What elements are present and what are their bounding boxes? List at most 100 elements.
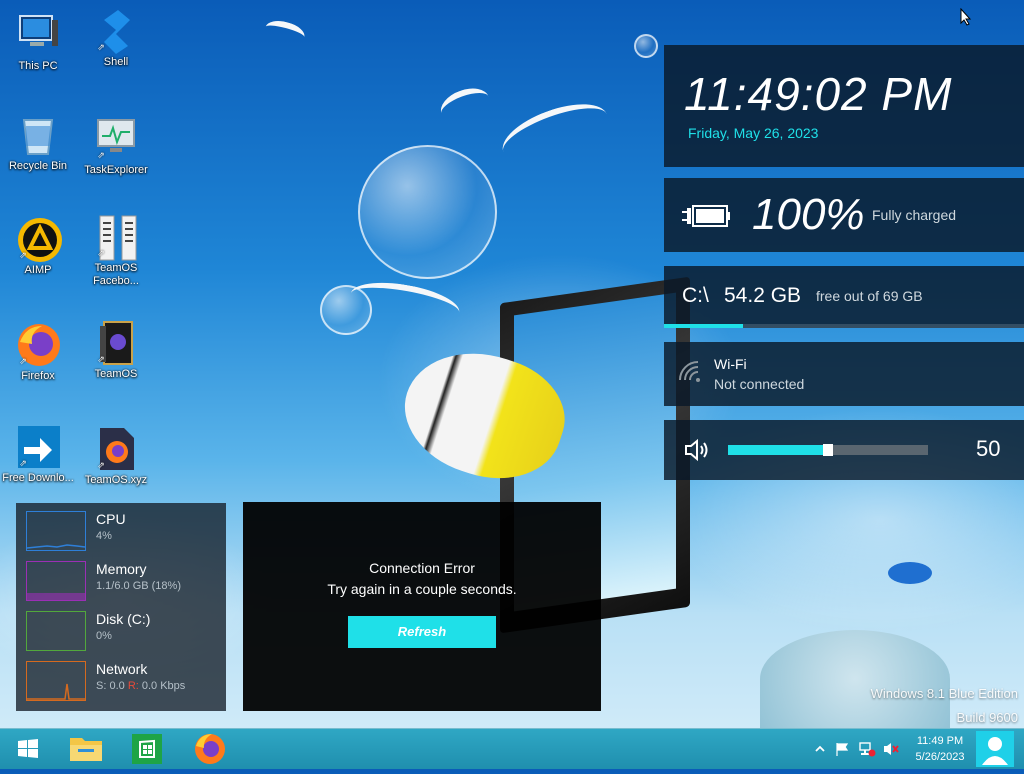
volume-muted-tray-icon[interactable]: [882, 741, 899, 757]
resource-row-disk[interactable]: Disk (C:) 0%: [16, 603, 226, 653]
battery-status: Fully charged: [872, 207, 957, 223]
resource-name: CPU: [96, 511, 126, 527]
resource-value: S: 0.0 R: 0.0 Kbps: [96, 680, 185, 692]
action-center-flag-icon[interactable]: [834, 741, 850, 757]
desktop-icon-taskexplorer[interactable]: ⇗ TaskExplorer: [80, 116, 152, 177]
download-icon: ⇗: [16, 424, 60, 468]
resource-monitor-widget[interactable]: CPU 4% Memory 1.1/6.0 GB (18%) Disk (C:)…: [16, 503, 226, 711]
firefox-icon: [195, 734, 225, 764]
desktop-icon-label: This PC: [18, 60, 58, 72]
cpu-graph: [26, 511, 86, 551]
network-graph: [26, 661, 86, 701]
wifi-name: Wi-Fi: [714, 356, 747, 372]
computer-icon: [16, 12, 60, 56]
desktop-icon-teamos-facebook[interactable]: ⇗ TeamOS Facebo...: [80, 214, 152, 288]
disk-usage-fill: [664, 324, 744, 328]
wifi-widget[interactable]: Wi-Fi Not connected: [664, 342, 1024, 406]
desktop-icon-shell[interactable]: ⇗ Shell: [80, 8, 152, 69]
desktop-icon-label: Free Downlo...: [2, 472, 74, 484]
connection-error-title: Connection Error: [369, 560, 475, 576]
resource-value: 4%: [96, 530, 112, 542]
wallpaper-coral: [760, 630, 950, 728]
clock-time: 11:49:02 PM: [684, 68, 953, 120]
desktop-icon-label: TeamOS: [94, 368, 138, 380]
taskbar-date: 5/26/2023: [915, 751, 965, 763]
desktop-icon-teamos-xyz[interactable]: ⇗ TeamOS.xyz: [80, 426, 152, 487]
taskbar-firefox[interactable]: [182, 729, 238, 769]
wallpaper-bubble: [634, 34, 658, 58]
taskbar-file-explorer[interactable]: [58, 729, 114, 769]
taskbar-store[interactable]: [120, 729, 176, 769]
battery-icon: [680, 203, 730, 227]
disk-total: free out of 69 GB: [816, 288, 923, 304]
shortcut-arrow-icon: ⇗: [97, 42, 105, 52]
disk-widget[interactable]: C:\ 54.2 GB free out of 69 GB: [664, 266, 1024, 328]
desktop-icon-label: Firefox: [21, 370, 55, 382]
shortcut-arrow-icon: ⇗: [97, 354, 105, 364]
connection-error-widget: Connection Error Try again in a couple s…: [243, 502, 601, 711]
show-hidden-icons-chevron-icon[interactable]: [812, 741, 828, 757]
network-tray-icon[interactable]: [858, 741, 876, 757]
resource-value: 1.1/6.0 GB (18%): [96, 580, 181, 592]
shell-icon: ⇗: [94, 8, 138, 54]
volume-value: 50: [976, 436, 1001, 461]
taskbar-clock[interactable]: 11:49 PM 5/26/2023: [904, 733, 976, 765]
aimp-icon: ⇗: [16, 216, 62, 262]
book-icon: ⇗: [94, 320, 138, 365]
recycle-bin-icon: [16, 112, 60, 156]
desktop-icon-free-download[interactable]: ⇗ Free Downlo...: [2, 424, 74, 485]
shortcut-arrow-icon: ⇗: [19, 250, 27, 260]
wallpaper-gull: [436, 82, 494, 128]
volume-slider-handle[interactable]: [823, 444, 833, 456]
refresh-button[interactable]: Refresh: [348, 616, 496, 648]
os-edition-watermark: Windows 8.1 Blue Edition: [870, 686, 1018, 701]
user-account-tile[interactable]: [976, 731, 1014, 767]
volume-slider[interactable]: [728, 444, 928, 456]
windows-logo-icon: [18, 739, 38, 758]
wifi-icon: [678, 360, 702, 384]
resource-name: Disk (C:): [96, 611, 151, 627]
wallpaper-gull: [263, 17, 307, 47]
firefox-icon: ⇗: [16, 322, 60, 366]
user-avatar-icon: [982, 737, 1008, 765]
resource-value: 0%: [96, 630, 112, 642]
disk-usage-bar: [664, 324, 1024, 328]
volume-widget[interactable]: 50: [664, 420, 1024, 480]
desktop-icon-label: TeamOS Facebo...: [93, 262, 139, 287]
resource-row-network[interactable]: Network S: 0.0 R: 0.0 Kbps: [16, 653, 226, 703]
resource-row-cpu[interactable]: CPU 4%: [16, 503, 226, 553]
shortcut-arrow-icon: ⇗: [97, 150, 105, 160]
network-receive-value: 0.0 Kbps: [138, 680, 186, 692]
desktop-icon-aimp[interactable]: ⇗ AIMP: [2, 216, 74, 277]
shortcut-arrow-icon: ⇗: [19, 458, 27, 468]
desktop-icon-label: TaskExplorer: [84, 164, 148, 176]
resource-name: Memory: [96, 561, 147, 577]
desktop-icon-label: AIMP: [24, 264, 52, 276]
clock-widget[interactable]: 11:49:02 PM Friday, May 26, 2023: [664, 45, 1024, 167]
disk-graph: [26, 611, 86, 651]
mouse-cursor-icon: [960, 7, 972, 31]
document-icon: ⇗: [94, 214, 138, 261]
start-button[interactable]: [0, 729, 56, 769]
wifi-status: Not connected: [714, 376, 805, 392]
desktop-icon-label: Shell: [103, 56, 129, 68]
desktop-icon-this-pc[interactable]: This PC: [2, 12, 74, 73]
resource-row-memory[interactable]: Memory 1.1/6.0 GB (18%): [16, 553, 226, 603]
speaker-icon[interactable]: [684, 438, 710, 462]
firefox-file-icon: ⇗: [94, 426, 138, 470]
wallpaper-fish-small: [888, 562, 932, 584]
os-build-watermark: Build 9600: [956, 710, 1018, 725]
resource-name: Network: [96, 661, 148, 677]
desktop-icon-recycle-bin[interactable]: Recycle Bin: [2, 112, 74, 173]
taskbar-time: 11:49 PM: [916, 735, 964, 747]
battery-widget[interactable]: 100% Fully charged: [664, 178, 1024, 252]
desktop-icon-label: TeamOS.xyz: [84, 474, 148, 486]
wallpaper-bubble: [358, 145, 497, 279]
desktop-icon-firefox[interactable]: ⇗ Firefox: [2, 322, 74, 383]
clock-date: Friday, May 26, 2023: [688, 125, 819, 141]
desktop-icon-teamos[interactable]: ⇗ TeamOS: [80, 320, 152, 381]
monitor-icon: ⇗: [94, 116, 138, 160]
folder-icon: [70, 738, 102, 761]
volume-slider-fill: [728, 445, 828, 455]
battery-percent: 100%: [752, 190, 865, 239]
